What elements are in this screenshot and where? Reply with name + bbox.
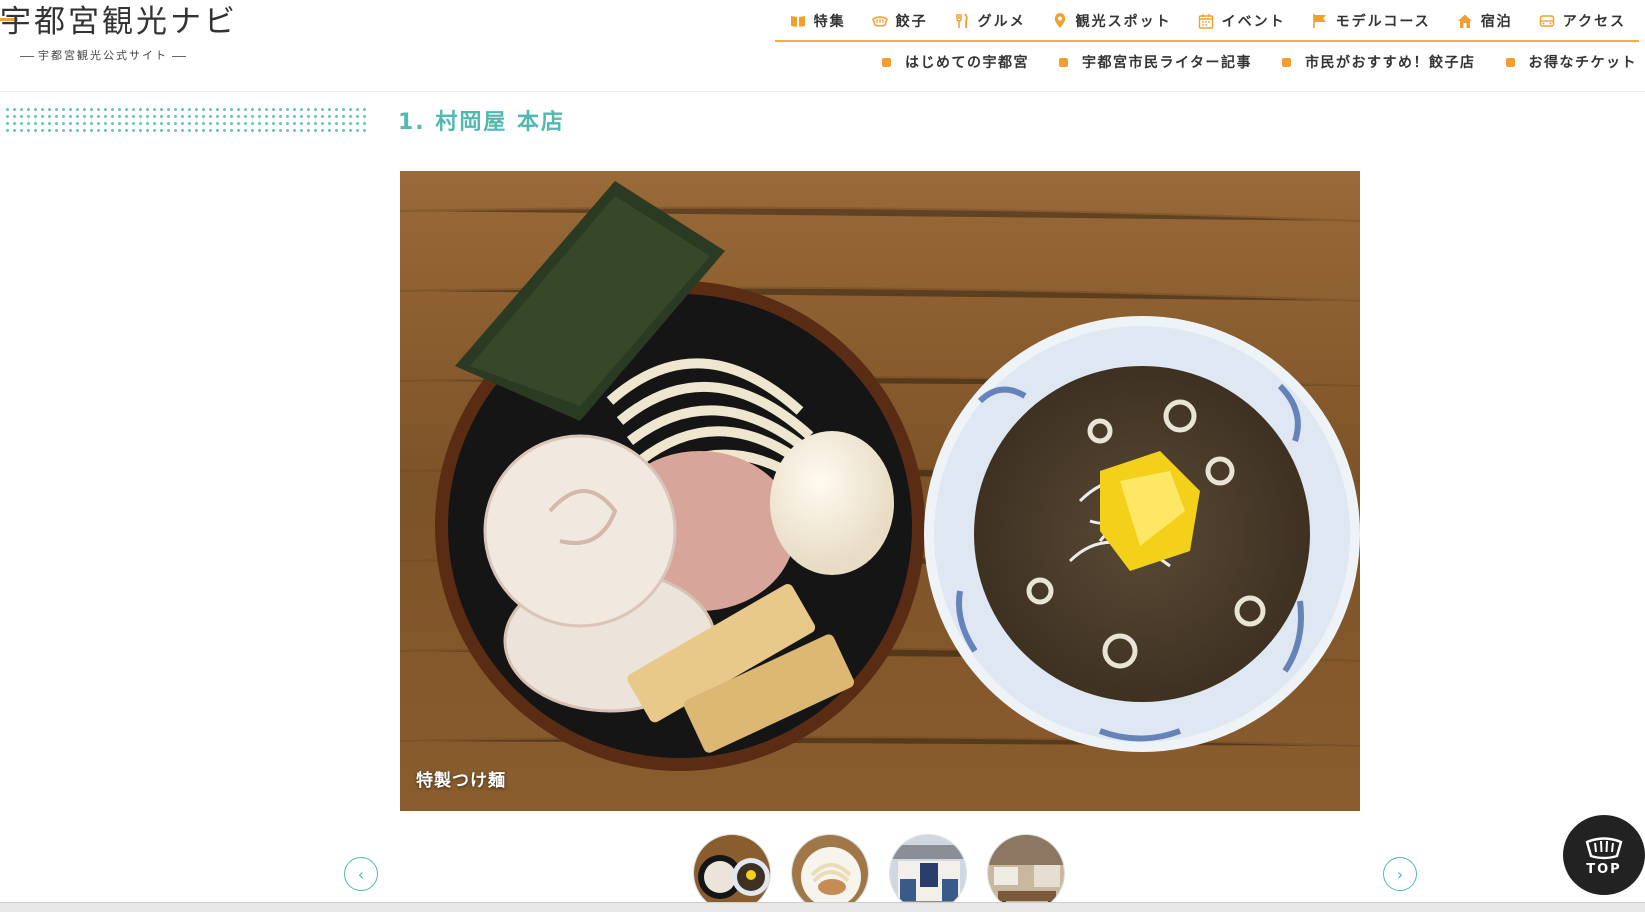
nav-label: モデルコース — [1335, 14, 1431, 30]
map-pin-icon — [1054, 13, 1065, 28]
subnav-label: はじめての宇都宮 — [905, 55, 1030, 71]
logo-title: 宇都宮観光ナビ — [0, 4, 238, 40]
nav-label: 特集 — [813, 14, 846, 30]
nav-item-feature[interactable]: 特集 — [777, 11, 859, 31]
logo-dash-right — [172, 55, 186, 57]
subnav-label: お得なチケット — [1528, 55, 1637, 71]
nav-item-gyoza[interactable]: 餃子 — [859, 11, 941, 31]
fork-knife-icon — [955, 13, 968, 28]
top-label: TOP — [1586, 861, 1622, 877]
nav-label: アクセス — [1562, 14, 1626, 30]
bullet-icon — [1059, 57, 1069, 67]
nav-item-stay[interactable]: 宿泊 — [1444, 11, 1526, 31]
subnav-item-recommended-gyoza[interactable]: 市民がおすすめ！餃子店 — [1252, 52, 1476, 72]
sub-nav: はじめての宇都宮 宇都宮市民ライター記事 市民がおすすめ！餃子店 お得なチケット — [852, 52, 1637, 72]
logo-subtitle: 宇都宮観光公式サイト — [38, 49, 168, 62]
bullet-icon — [1505, 57, 1515, 67]
carousel-prev-button[interactable]: ‹ — [344, 857, 378, 891]
nav-item-model-course[interactable]: モデルコース — [1299, 11, 1444, 31]
subnav-label: 宇都宮市民ライター記事 — [1082, 55, 1252, 71]
thumbnail-storefront[interactable] — [889, 834, 967, 912]
interior-thumb-image — [988, 835, 1064, 911]
global-nav: 特集 餃子 グルメ 観光スポット イベント モデルコース 宿泊 アクセス — [774, 8, 1639, 42]
calendar-icon — [1198, 14, 1213, 29]
photo-caption: 特製つけ麺 — [416, 771, 506, 791]
subnav-item-first-time[interactable]: はじめての宇都宮 — [852, 52, 1029, 72]
nav-label: グルメ — [977, 14, 1026, 30]
logo-dash-left — [20, 55, 34, 57]
thumbnail-tsukemen[interactable] — [693, 834, 771, 912]
logo-subtitle-wrap: 宇都宮観光公式サイト — [16, 47, 190, 63]
site-logo[interactable]: 宇都宮観光ナビ 宇都宮観光公式サイト — [0, 2, 250, 66]
thumbnail-interior[interactable] — [987, 834, 1065, 912]
main-photo[interactable]: 特製つけ麺 — [400, 171, 1360, 811]
thumbnail-noodles[interactable] — [791, 834, 869, 912]
book-icon — [790, 16, 805, 27]
tsukemen-photo — [400, 171, 1360, 811]
train-icon — [1539, 15, 1554, 27]
house-icon — [1457, 14, 1472, 28]
subnav-label: 市民がおすすめ！餃子店 — [1305, 55, 1476, 71]
header-divider — [0, 91, 1645, 92]
bullet-icon — [1282, 57, 1291, 67]
nav-item-access[interactable]: アクセス — [1526, 11, 1639, 31]
carousel-next-button[interactable]: › — [1383, 857, 1417, 891]
chevron-left-icon: ‹ — [357, 864, 365, 884]
back-to-top-button[interactable]: TOP — [1563, 815, 1645, 895]
horizontal-scrollbar[interactable] — [0, 902, 1645, 912]
tsukemen-thumb-image — [694, 835, 770, 911]
bullet-icon — [882, 57, 892, 67]
subnav-item-citizen-writer[interactable]: 宇都宮市民ライター記事 — [1029, 52, 1252, 72]
noodle-thumb-image — [792, 835, 868, 911]
storefront-thumb-image — [890, 835, 966, 911]
shop-title: 1. 村岡屋 本店 — [398, 110, 565, 135]
nav-label: 餃子 — [895, 14, 928, 30]
nav-item-gourmet[interactable]: グルメ — [941, 11, 1039, 31]
nav-label: 宿泊 — [1480, 14, 1513, 30]
flag-icon — [1312, 14, 1326, 28]
nav-item-event[interactable]: イベント — [1185, 11, 1299, 31]
subnav-item-tickets[interactable]: お得なチケット — [1476, 52, 1638, 72]
nav-item-spots[interactable]: 観光スポット — [1039, 11, 1185, 31]
nav-label: 観光スポット — [1075, 14, 1172, 30]
gyoza-icon — [1585, 836, 1623, 859]
chevron-right-icon: › — [1396, 864, 1404, 884]
dotted-decoration — [4, 106, 370, 132]
gyoza-icon — [871, 16, 888, 27]
nav-label: イベント — [1221, 14, 1286, 30]
